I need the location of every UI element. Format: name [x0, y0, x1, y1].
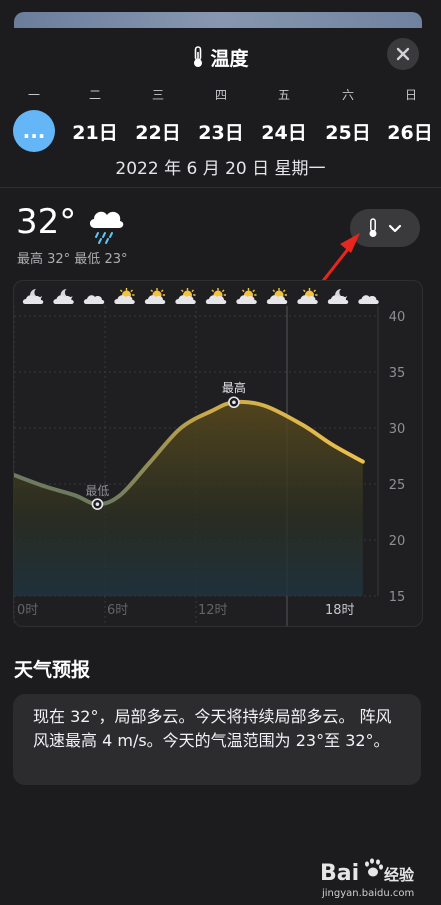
date-selector: ... 21日 22日 23日 24日 25日 26日 [0, 110, 441, 152]
high-low-temperature: 最高 32° 最低 23° [17, 252, 128, 267]
sheet-title: 温度 [192, 44, 249, 71]
temperature-chart-svg: 最低 最高 40 35 30 25 20 15 0时 6时 12时 18时 [12, 288, 406, 626]
sheet-header: 温度 [0, 40, 441, 74]
date-button[interactable]: 24日 [260, 118, 308, 145]
thermometer-icon [194, 46, 203, 67]
date-button[interactable]: 22日 [134, 118, 182, 145]
watermark: Bai 经验 jingyan.baidu.com [318, 852, 418, 902]
y-tick-label: 30 [389, 422, 406, 437]
metric-dropdown-button[interactable] [350, 209, 420, 247]
y-tick-label: 35 [389, 366, 406, 381]
y-tick-label: 15 [389, 590, 406, 605]
high-annotation: 最高 [222, 380, 246, 395]
temperature-chart[interactable]: 最低 最高 40 35 30 25 20 15 0时 6时 12时 18时 [12, 280, 423, 627]
date-button[interactable]: 21日 [71, 118, 119, 145]
weekday-label: 一 [27, 88, 40, 102]
x-tick-label: 12时 [198, 603, 228, 618]
x-tick-label: 6时 [107, 603, 128, 618]
sheet-title-label: 温度 [210, 47, 249, 70]
rain-cloud-icon [89, 211, 124, 244]
chevron-down-icon [388, 224, 402, 233]
x-tick-label: 0时 [17, 603, 38, 618]
weekday-label: 日 [404, 88, 417, 102]
sun-cloud-icon [236, 288, 257, 304]
moon-cloud-icon [22, 289, 44, 304]
point-dot [95, 502, 100, 506]
sun-cloud-icon [175, 288, 196, 304]
divider [0, 187, 441, 188]
y-tick-label: 40 [389, 310, 406, 325]
cloud-icon [83, 295, 105, 304]
date-button[interactable]: 23日 [197, 118, 245, 145]
point-dot [232, 400, 236, 405]
weekday-label: 二 [88, 88, 101, 102]
cloud-icon [358, 295, 379, 304]
y-tick-label: 20 [389, 534, 406, 549]
date-today-button[interactable]: ... [13, 110, 55, 152]
watermark-brand: Bai [320, 861, 359, 886]
forecast-card: 现在 32°，局部多云。今天将持续局部多云。 阵风风速最高 4 m/s。今天的气… [13, 694, 421, 785]
forecast-text: 现在 32°，局部多云。今天将持续局部多云。 阵风风速最高 4 m/s。今天的气… [33, 707, 392, 750]
sun-cloud-icon [297, 288, 318, 304]
thermometer-icon [369, 218, 377, 237]
current-temperature: 32° [16, 202, 77, 242]
weekday-label: 三 [151, 88, 164, 102]
selected-full-date: 2022 年 6 月 20 日 星期一 [115, 159, 326, 179]
close-icon [396, 47, 410, 61]
baidu-jingyan-logo: Bai 经验 jingyan.baidu.com [320, 858, 415, 899]
weekday-label: 六 [341, 88, 354, 102]
weekday-row: 一 二 三 四 五 六 日 [0, 86, 441, 106]
moon-cloud-icon [53, 289, 74, 304]
sun-cloud-icon [266, 288, 288, 304]
weekday-label: 五 [277, 88, 290, 102]
sun-cloud-icon [144, 288, 166, 304]
x-tick-label: 18时 [325, 603, 355, 618]
moon-cloud-icon [327, 289, 349, 304]
date-button[interactable]: 25日 [324, 118, 372, 145]
watermark-url: jingyan.baidu.com [321, 888, 414, 898]
date-button[interactable]: 26日 [386, 118, 434, 145]
weekday-label: 四 [214, 88, 227, 102]
watermark-brand-suffix: 经验 [384, 866, 415, 884]
forecast-title: 天气预报 [14, 659, 91, 681]
low-annotation: 最低 [85, 484, 109, 498]
y-tick-label: 25 [389, 478, 406, 493]
sun-cloud-icon [114, 288, 135, 304]
sun-cloud-icon [205, 288, 227, 304]
close-button[interactable] [387, 38, 419, 70]
